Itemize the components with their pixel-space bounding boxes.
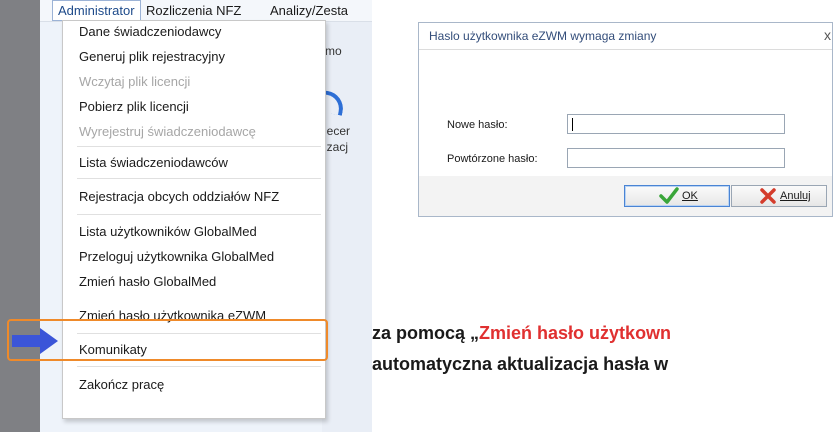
caption-line-1: za pomocą „Zmień hasło użytkown	[372, 323, 671, 344]
menu-item-zakoncz-prace[interactable]: Zakończ pracę	[79, 376, 164, 394]
menu-separator	[77, 146, 321, 147]
background-label-1: mo	[325, 44, 342, 58]
arrow-right-icon	[12, 328, 58, 354]
menu-item-lista-swiadczeniodawcow[interactable]: Lista świadczeniodawców	[79, 154, 228, 172]
cancel-button-label: Anuluj	[780, 190, 811, 202]
left-gray-strip	[0, 0, 40, 432]
menu-analizy[interactable]: Analizy/Zesta	[270, 0, 348, 21]
menu-item-dane-swiadczeniodawcy[interactable]: Dane świadczeniodawcy	[79, 23, 221, 41]
dialog-title: Haslo użytkownika eZWM wymaga zmiany x	[419, 23, 832, 50]
repeat-password-label: Powtórzone hasło:	[447, 153, 538, 165]
text-caret	[572, 118, 573, 131]
ok-button-label: OK	[682, 190, 698, 202]
dialog-body: Nowe hasło: Powtórzone hasło:	[419, 50, 832, 176]
new-password-label: Nowe hasło:	[447, 119, 508, 131]
menu-item-wyrejestruj: Wyrejestruj świadczeniodawcę	[79, 124, 256, 139]
menu-administrator[interactable]: Administrator	[52, 0, 141, 21]
caption-highlight: Zmień hasło użytkown	[479, 323, 672, 343]
menu-rozliczenia-nfz[interactable]: Rozliczenia NFZ	[146, 0, 241, 21]
ribbon-pane	[322, 0, 372, 432]
change-password-dialog: Haslo użytkownika eZWM wymaga zmiany x N…	[418, 22, 833, 217]
new-password-input[interactable]	[567, 114, 785, 134]
checkmark-icon	[659, 187, 679, 204]
repeat-password-input[interactable]	[567, 148, 785, 168]
menu-item-pobierz-plik-licencji[interactable]: Pobierz plik licencji	[79, 98, 189, 116]
menu-item-zmien-haslo-globalmed[interactable]: Zmień hasło GlobalMed	[79, 273, 216, 291]
menu-separator	[77, 214, 321, 215]
background-label-2: lecer	[324, 124, 351, 138]
menu-bar: Administrator Rozliczenia NFZ Analizy/Ze…	[40, 0, 372, 22]
menu-item-przeloguj-uzytkownika[interactable]: Przeloguj użytkownika GlobalMed	[79, 248, 274, 266]
menu-item-lista-uzytkownikow[interactable]: Lista użytkowników GlobalMed	[79, 223, 257, 241]
background-label-3: izacj	[324, 140, 349, 154]
ok-button[interactable]: OK	[624, 185, 730, 207]
menu-item-generuj-plik[interactable]: Generuj plik rejestracyjny	[79, 48, 225, 66]
menu-separator	[77, 366, 321, 367]
menu-item-rejestracja-obcych-oddzialow[interactable]: Rejestracja obcych oddziałów NFZ	[79, 188, 279, 206]
close-icon[interactable]: x	[814, 23, 831, 47]
menu-separator	[77, 178, 321, 179]
caption-prefix: za pomocą „	[372, 323, 480, 343]
cancel-x-icon	[760, 188, 776, 204]
dialog-title-text: Haslo użytkownika eZWM wymaga zmiany	[429, 29, 657, 43]
cancel-button[interactable]: Anuluj	[731, 185, 827, 207]
caption-line-2: automatyczna aktualizacja hasła w	[372, 354, 669, 374]
menu-item-wczytaj-plik-licencji: Wczytaj plik licencji	[79, 74, 191, 89]
